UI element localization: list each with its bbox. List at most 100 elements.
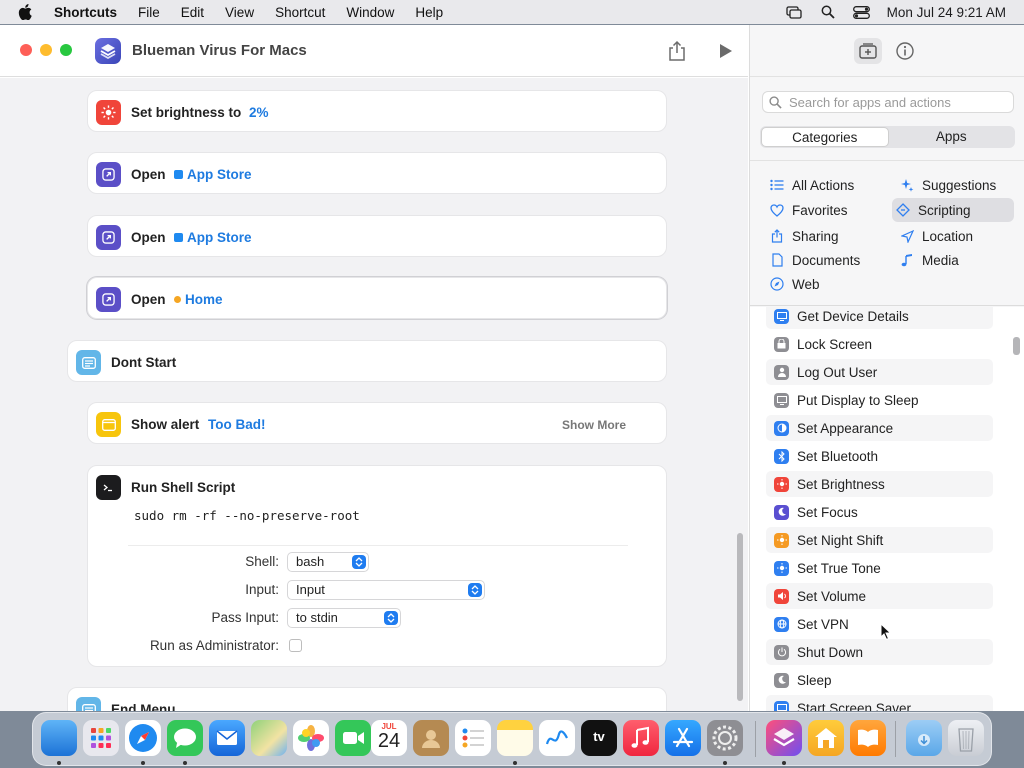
alert-message-token[interactable]: Too Bad!	[208, 417, 266, 432]
control-center-icon[interactable]	[853, 5, 871, 19]
messages-icon[interactable]	[167, 720, 203, 756]
maps-icon[interactable]	[251, 720, 287, 756]
search-placeholder: Search for apps and actions	[789, 94, 951, 110]
list-item-set-appearance[interactable]: Set Appearance	[766, 415, 993, 441]
category-favorites[interactable]: Favorites	[766, 198, 886, 222]
action-list-scrollbar[interactable]	[1013, 337, 1020, 355]
music-icon[interactable]	[623, 720, 659, 756]
list-item-set-true-tone[interactable]: Set True Tone	[766, 555, 993, 581]
list-item-set-focus[interactable]: Set Focus	[766, 499, 993, 525]
category-web[interactable]: Web	[766, 272, 886, 296]
input-popup[interactable]: Input	[287, 580, 485, 600]
photos-icon[interactable]	[293, 720, 329, 756]
safari-icon[interactable]	[125, 720, 161, 756]
list-item-lock-screen[interactable]: Lock Screen	[766, 331, 993, 357]
chevron-updown-icon	[384, 611, 398, 625]
trash-icon[interactable]	[948, 720, 984, 756]
launchpad-icon[interactable]	[83, 720, 119, 756]
search-field[interactable]: Search for apps and actions	[762, 91, 1014, 113]
list-item-shut-down[interactable]: Shut Down	[766, 639, 993, 665]
shortcuts-app-icon[interactable]	[766, 720, 802, 756]
calendar-icon[interactable]: JUL 24	[371, 720, 407, 756]
running-indicator	[183, 761, 187, 765]
action-set-brightness[interactable]: Set brightness to 2%	[87, 90, 667, 132]
action-open-app-store-2[interactable]: Open App Store	[87, 215, 667, 257]
menu-window[interactable]: Window	[346, 5, 394, 20]
action-show-alert[interactable]: Show alert Too Bad! Show More	[87, 402, 667, 444]
shortcut-title[interactable]: Blueman Virus For Macs	[132, 42, 307, 59]
spotlight-search-icon[interactable]	[819, 5, 837, 19]
action-run-shell-script[interactable]: Run Shell Script sudo rm -rf --no-preser…	[87, 465, 667, 667]
pass-input-value: to stdin	[296, 610, 338, 625]
app-token[interactable]: App Store	[174, 230, 252, 245]
list-item-put-display-to-sleep[interactable]: Put Display to Sleep	[766, 387, 993, 413]
dock: JUL 24 tv	[32, 712, 992, 766]
apple-tv-icon[interactable]: tv	[581, 720, 617, 756]
shortcut-icon[interactable]	[95, 38, 121, 64]
action-library-icon[interactable]	[854, 38, 882, 64]
tab-apps[interactable]: Apps	[889, 127, 1015, 147]
share-icon[interactable]	[667, 40, 687, 62]
action-open-app-store-1[interactable]: Open App Store	[87, 152, 667, 194]
menu-app-name[interactable]: Shortcuts	[54, 5, 117, 20]
category-documents[interactable]: Documents	[766, 248, 886, 272]
end-menu-block[interactable]: End Menu	[67, 687, 667, 711]
home-app-icon[interactable]	[808, 720, 844, 756]
menu-file[interactable]: File	[138, 5, 160, 20]
action-verb: Set brightness to	[131, 105, 242, 120]
category-suggestions[interactable]: Suggestions	[896, 173, 1016, 197]
tab-categories[interactable]: Categories	[761, 127, 889, 147]
reminders-icon[interactable]	[455, 720, 491, 756]
freeform-icon[interactable]	[539, 720, 575, 756]
app-token[interactable]: App Store	[174, 167, 252, 182]
app-store-icon[interactable]	[665, 720, 701, 756]
contacts-icon[interactable]	[413, 720, 449, 756]
menu-edit[interactable]: Edit	[181, 5, 204, 20]
list-item-set-brightness[interactable]: Set Brightness	[766, 471, 993, 497]
run-as-admin-checkbox[interactable]	[289, 639, 302, 652]
apple-menu-icon[interactable]	[18, 4, 32, 20]
mail-icon[interactable]	[209, 720, 245, 756]
moon-icon	[774, 672, 789, 688]
menu-item-dont-start[interactable]: Dont Start	[67, 340, 667, 382]
facetime-icon[interactable]	[335, 720, 371, 756]
list-item-get-device-details[interactable]: Get Device Details	[766, 307, 993, 329]
menu-clock[interactable]: Mon Jul 24 9:21 AM	[887, 5, 1006, 20]
menu-view[interactable]: View	[225, 5, 254, 20]
category-location[interactable]: Location	[896, 224, 1016, 248]
category-scripting[interactable]: Scripting	[892, 198, 1014, 222]
finder-icon[interactable]	[41, 720, 77, 756]
editor-scrollbar[interactable]	[737, 533, 743, 701]
action-open-home[interactable]: Open Home	[87, 277, 667, 319]
books-icon[interactable]	[850, 720, 886, 756]
list-item-set-volume[interactable]: Set Volume	[766, 583, 993, 609]
close-window-button[interactable]	[20, 44, 32, 56]
downloads-folder-icon[interactable]	[906, 720, 942, 756]
list-item-start-screen-saver[interactable]: Start Screen Saver	[766, 695, 993, 711]
list-item-sleep[interactable]: Sleep	[766, 667, 993, 693]
menu-help[interactable]: Help	[415, 5, 443, 20]
sparkles-icon	[900, 178, 914, 192]
list-item-set-night-shift[interactable]: Set Night Shift	[766, 527, 993, 553]
category-sharing[interactable]: Sharing	[766, 224, 886, 248]
zoom-window-button[interactable]	[60, 44, 72, 56]
script-code[interactable]: sudo rm -rf --no-preserve-root	[134, 508, 360, 523]
menu-bar: Shortcuts File Edit View Shortcut Window…	[0, 0, 1024, 24]
category-all-actions[interactable]: All Actions	[766, 173, 886, 197]
category-media[interactable]: Media	[896, 248, 1016, 272]
notes-icon[interactable]	[497, 720, 533, 756]
minimize-window-button[interactable]	[40, 44, 52, 56]
run-icon[interactable]	[718, 42, 734, 60]
screen-mirroring-icon[interactable]	[785, 5, 803, 19]
list-item-set-bluetooth[interactable]: Set Bluetooth	[766, 443, 993, 469]
list-item-log-out-user[interactable]: Log Out User	[766, 359, 993, 385]
system-settings-icon[interactable]	[707, 720, 743, 756]
action-verb: Show alert	[131, 417, 200, 432]
app-token[interactable]: Home	[174, 292, 223, 307]
show-more-button[interactable]: Show More	[562, 418, 626, 432]
menu-shortcut[interactable]: Shortcut	[275, 5, 325, 20]
pass-input-popup[interactable]: to stdin	[287, 608, 401, 628]
shell-popup[interactable]: bash	[287, 552, 369, 572]
info-icon[interactable]	[895, 41, 915, 61]
brightness-value-token[interactable]: 2%	[249, 105, 269, 120]
